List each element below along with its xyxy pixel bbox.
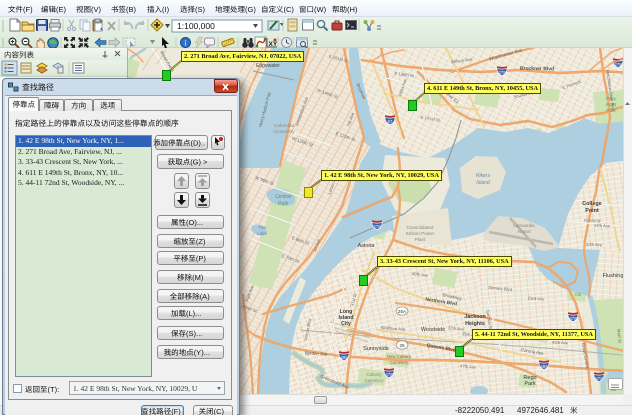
svg-text:(G) >: (G) > xyxy=(190,158,208,167)
svg-text:(F): (F) xyxy=(171,407,181,415)
svg-text:(Z): (Z) xyxy=(196,237,206,246)
svg-text:(Y)...: (Y)... xyxy=(194,348,210,357)
svg-text:(P): (P) xyxy=(196,254,207,263)
svg-text:(M): (M) xyxy=(192,273,204,282)
svg-text:(S)...: (S)... xyxy=(186,329,202,338)
svg-text:(T):: (T): xyxy=(48,385,60,394)
svg-text:(L)...: (L)... xyxy=(186,309,201,318)
svg-text:(C): (C) xyxy=(214,407,225,415)
svg-text:(O)...: (O)... xyxy=(186,218,203,227)
svg-text:(A): (A) xyxy=(200,292,211,301)
svg-text:(D)..: (D).. xyxy=(191,139,206,148)
